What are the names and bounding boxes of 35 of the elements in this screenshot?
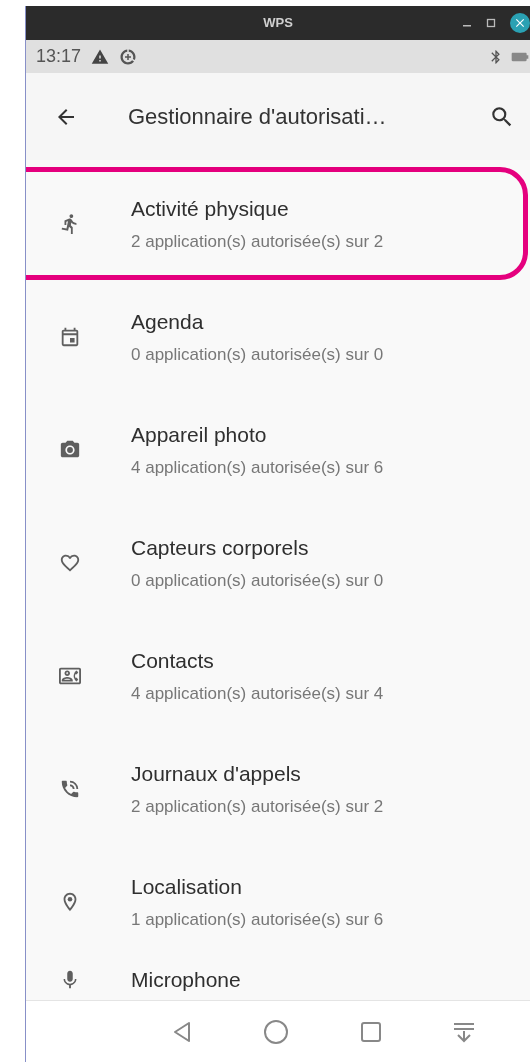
recents-square-icon[interactable] [359, 1020, 382, 1043]
permission-summary: 0 application(s) autorisée(s) sur 0 [131, 343, 384, 366]
permission-name: Journaux d'appels [131, 761, 302, 787]
permission-summary: 1 application(s) autorisée(s) sur 6 [131, 908, 384, 931]
permission-item[interactable]: Capteurs corporels 0 application(s) autorisée(s) sur 0 [26, 506, 530, 619]
pull-down-icon[interactable] [452, 1020, 475, 1043]
close-icon[interactable] [510, 13, 530, 33]
permission-summary: 4 application(s) autorisée(s) sur 6 [131, 456, 384, 479]
permission-name: Agenda [131, 309, 205, 335]
permission-item[interactable]: Appareil photo 4 application(s) autorisée(s) sur 6 [26, 393, 530, 506]
permission-summary: 2 application(s) autorisée(s) sur 2 [131, 795, 384, 818]
clock: 13:17 [36, 45, 82, 68]
permission-item[interactable]: Microphone [26, 958, 530, 1000]
permission-item[interactable]: Agenda 0 application(s) autorisée(s) sur 0 [26, 280, 530, 393]
permission-name: Microphone [131, 967, 241, 994]
maximize-icon[interactable] [486, 18, 496, 28]
permission-name: Capteurs corporels [131, 535, 310, 561]
permission-summary: 2 application(s) autorisée(s) sur 2 [131, 230, 384, 253]
permission-summary: 0 application(s) autorisée(s) sur 0 [131, 569, 384, 592]
screen-title: Gestionnaire d'autorisati… [128, 103, 387, 131]
calendar-icon [59, 325, 81, 348]
back-triangle-icon[interactable] [171, 1020, 192, 1043]
window-title: WPS [263, 14, 293, 33]
permission-name: Activité physique [131, 196, 290, 222]
x-mark-icon [513, 16, 527, 30]
permission-summary: 4 application(s) autorisée(s) sur 4 [131, 682, 384, 705]
permission-item[interactable]: Journaux d'appels 2 application(s) autorisée(s) sur 2 [26, 732, 530, 845]
warning-icon [91, 47, 110, 66]
permission-name: Localisation [131, 874, 243, 900]
permission-item[interactable]: Contacts 4 application(s) autorisée(s) sur 4 [26, 619, 530, 732]
permission-item[interactable]: Localisation 1 application(s) autorisée(s) sur 6 [26, 845, 530, 958]
home-circle-icon[interactable] [262, 1018, 289, 1045]
permission-name: Contacts [131, 648, 215, 674]
permission-item[interactable]: Activité physique 2 application(s) autorisée(s) sur 2 [26, 167, 528, 280]
permission-name: Appareil photo [131, 422, 268, 448]
